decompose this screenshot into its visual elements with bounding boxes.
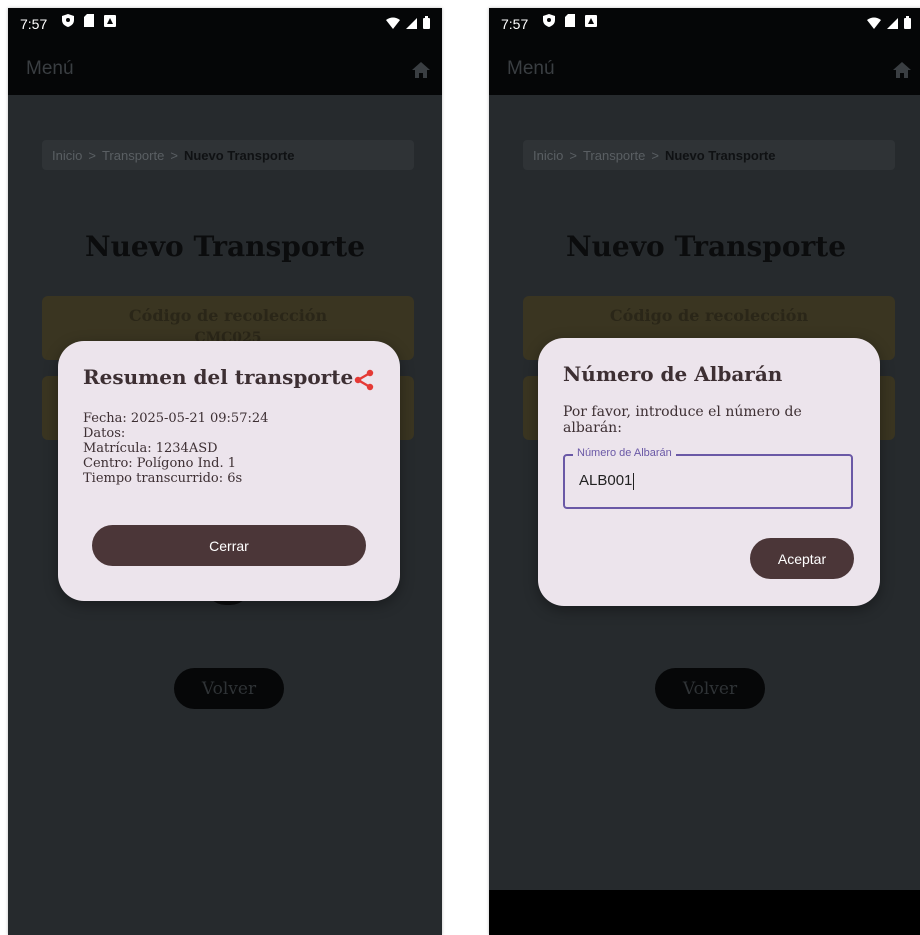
shield-icon [543, 14, 555, 27]
sim-icon [565, 14, 575, 27]
home-icon[interactable] [412, 62, 430, 83]
breadcrumb: Inicio > Transporte > Nuevo Transporte [42, 140, 414, 170]
page-title: Nuevo Transporte [565, 230, 847, 263]
cerrar-button[interactable]: Cerrar [92, 525, 366, 566]
status-bar: 7:57 [8, 8, 442, 42]
breadcrumb-separator: > [170, 147, 178, 163]
breadcrumb-inicio[interactable]: Inicio [533, 148, 563, 163]
breadcrumb-transporte[interactable]: Transporte [583, 148, 645, 163]
app-bar: Menú [8, 42, 442, 95]
signal-icon [887, 16, 898, 34]
summary-text: Fecha: 2025-05-21 09:57:24 Datos: Matríc… [83, 411, 268, 486]
menu-button[interactable]: Menú [507, 58, 555, 80]
wifi-icon [386, 16, 400, 34]
navigation-bar [489, 890, 920, 935]
page-title: Nuevo Transporte [84, 230, 366, 263]
volver-button[interactable]: Volver [174, 668, 284, 709]
phone-screen-right: 7:57 Menú Inicio > Transporte > Nuevo Tr… [489, 8, 920, 935]
breadcrumb-inicio[interactable]: Inicio [52, 148, 82, 163]
share-icon[interactable] [354, 369, 374, 396]
volver-button[interactable]: Volver [655, 668, 765, 709]
home-icon[interactable] [893, 62, 911, 83]
summary-dialog: Resumen del transporte Fecha: 2025-05-21… [58, 341, 400, 601]
status-time: 7:57 [501, 16, 529, 32]
albaran-input[interactable]: Número de Albarán ALB001 [563, 447, 853, 509]
status-time: 7:57 [20, 16, 48, 32]
breadcrumb-separator: > [569, 147, 577, 163]
summary-line: Datos: [83, 426, 126, 441]
status-bar: 7:57 [489, 8, 920, 42]
wifi-icon [867, 16, 881, 34]
app-icon [585, 14, 597, 27]
breadcrumb-separator: > [651, 147, 659, 163]
field-label: Número de Albarán [573, 447, 676, 459]
field-value[interactable]: ALB001 [579, 472, 632, 489]
summary-line: Fecha: 2025-05-21 09:57:24 [83, 411, 269, 426]
albaran-dialog: Número de Albarán Por favor, introduce e… [538, 338, 880, 606]
aceptar-button[interactable]: Aceptar [750, 538, 854, 579]
battery-icon [904, 16, 911, 34]
card-title: Código de recolección [128, 306, 328, 325]
shield-icon [62, 14, 74, 27]
menu-button[interactable]: Menú [26, 58, 74, 80]
breadcrumb: Inicio > Transporte > Nuevo Transporte [523, 140, 895, 170]
breadcrumb-current: Nuevo Transporte [664, 147, 776, 163]
app-bar: Menú [489, 42, 920, 95]
summary-line: Centro: Polígono Ind. 1 [83, 456, 236, 471]
dialog-title: Número de Albarán [563, 362, 783, 386]
dialog-title: Resumen del transporte [83, 365, 354, 389]
app-icon [104, 14, 116, 27]
summary-line: Tiempo transcurrido: 6s [83, 471, 243, 486]
battery-icon [423, 16, 430, 34]
text-cursor [633, 472, 635, 490]
phone-screen-left: 7:57 Menú Inicio > Transporte > Nuevo Tr… [8, 8, 442, 935]
breadcrumb-separator: > [88, 147, 96, 163]
card-title: Código de recolección [609, 306, 809, 325]
breadcrumb-current: Nuevo Transporte [183, 147, 295, 163]
summary-line: Matrícula: 1234ASD [83, 441, 218, 456]
signal-icon [406, 16, 417, 34]
breadcrumb-transporte[interactable]: Transporte [102, 148, 164, 163]
sim-icon [84, 14, 94, 27]
dialog-description: Por favor, introduce el número de albará… [563, 404, 802, 436]
